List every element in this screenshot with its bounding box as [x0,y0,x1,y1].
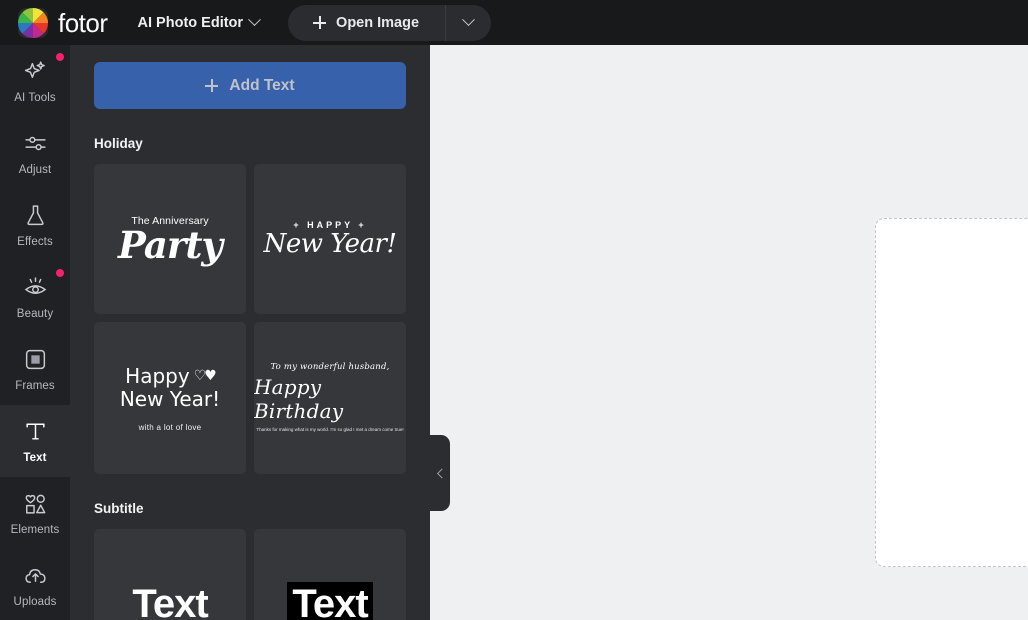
open-image-main[interactable]: Open Image [288,5,445,41]
sidebar-item-frames[interactable]: Frames [0,333,70,405]
sidebar-item-effects[interactable]: Effects [0,189,70,261]
sidebar-item-beauty[interactable]: Beauty [0,261,70,333]
template-grid-holiday: The Anniversary Party + HAPPY + New Year… [94,164,406,474]
thumb-line-1-row: Happy ♡♥ [125,363,217,388]
thumb-line-1: Happy [125,363,190,388]
sparkles-icon [22,59,48,85]
sidebar-item-label: AI Tools [14,91,56,104]
thumb-line-2: Happy Birthday [254,375,344,424]
thumb-line-1: Text [132,581,208,620]
sidebar-item-label: Frames [15,379,55,392]
thumb-line-3: Thanks for making what is my world. I'm … [256,427,404,433]
flask-icon [22,203,48,229]
template-thumb-happy-birthday-husband[interactable]: To my wonderful husband, Happy Birthday … [254,322,406,474]
frame-icon [22,347,48,373]
sidebar-item-uploads[interactable]: Uploads [0,549,70,620]
left-sidebar: AI Tools Adjust Effects Beauty Frames Te… [0,45,70,620]
open-image-dropdown-toggle[interactable] [446,13,491,27]
text-t-icon [22,419,48,445]
thumb-line-3: with a lot of love [138,422,202,432]
sidebar-item-label: Adjust [18,163,52,176]
sidebar-item-adjust[interactable]: Adjust [0,117,70,189]
editor-canvas[interactable] [430,45,1028,620]
thumb-line-2: New Year! [119,386,221,411]
editor-mode-dropdown[interactable]: AI Photo Editor [137,13,261,31]
notification-badge [56,53,64,61]
sidebar-item-label: Uploads [13,595,57,608]
add-text-label: Add Text [229,76,295,94]
sidebar-item-label: Effects [17,235,53,248]
template-grid-subtitle: Text Text [94,529,406,620]
chevron-left-icon [436,468,447,478]
plus-icon [205,79,219,92]
thumb-line-1: Text [287,581,373,620]
open-image-button[interactable]: Open Image [288,4,492,41]
thumb-line-1: To my wonderful husband, [270,362,390,373]
chevron-down-icon [462,13,475,27]
app-header: fotor AI Photo Editor Open Image [0,0,1028,45]
editor-mode-label: AI Photo Editor [137,14,244,31]
sliders-icon [22,131,48,157]
shapes-icon [22,491,48,517]
panel-collapse-handle[interactable] [430,435,450,511]
fotor-app-window: fotor AI Photo Editor Open Image AI Tool… [0,0,1028,620]
sidebar-item-text[interactable]: Text [0,405,70,477]
thumb-line-2: New Year! [263,228,397,259]
plus-icon [313,16,327,29]
sidebar-item-label: Text [23,451,47,464]
section-title-holiday: Holiday [94,136,143,151]
sidebar-item-elements[interactable]: Elements [0,477,70,549]
sidebar-item-label: Elements [10,523,60,536]
chevron-down-icon [248,13,261,27]
hearts-icon: ♡♥ [193,368,217,384]
thumb-line-2: Party [118,222,223,267]
add-text-button[interactable]: Add Text [94,62,406,109]
open-image-label: Open Image [336,14,420,31]
template-thumb-subtitle-plain[interactable]: Text [94,529,246,620]
template-thumb-anniversary-party[interactable]: The Anniversary Party [94,164,246,314]
fotor-pinwheel-logo-icon [18,7,48,38]
brand-area[interactable]: fotor [18,7,108,38]
section-title-subtitle: Subtitle [94,501,144,516]
template-thumb-happy-new-year-script[interactable]: + HAPPY + New Year! [254,164,406,314]
sidebar-item-ai-tools[interactable]: AI Tools [0,45,70,117]
image-placeholder-dropzone[interactable] [875,218,1028,567]
template-thumb-happy-new-year-hearts[interactable]: Happy ♡♥ New Year! with a lot of love [94,322,246,474]
text-tool-panel: Add Text Holiday The Anniversary Party +… [70,45,430,620]
brand-name: fotor [58,7,108,38]
notification-badge [56,269,64,277]
sidebar-item-label: Beauty [16,307,54,320]
eye-icon [22,275,48,301]
cloud-upload-icon [22,563,48,589]
template-thumb-subtitle-highlight[interactable]: Text [254,529,406,620]
